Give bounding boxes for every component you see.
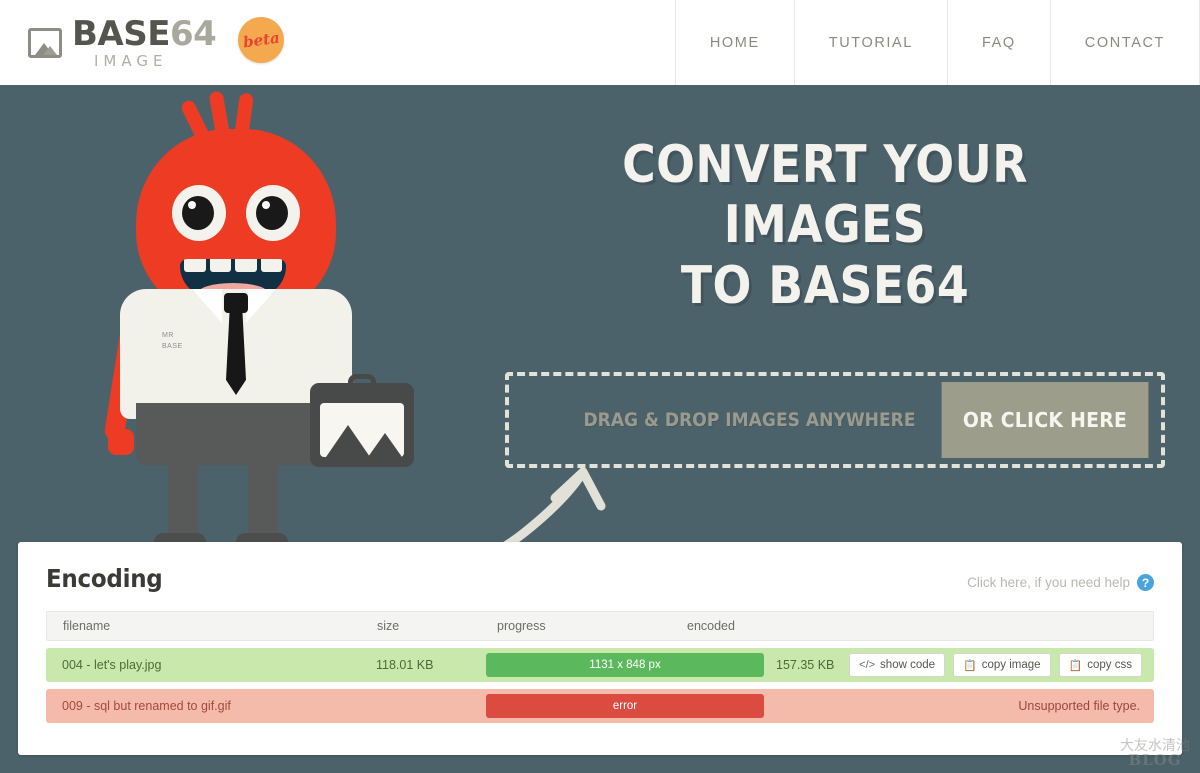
nav-label-home: HOME bbox=[709, 34, 760, 51]
mascot-briefcase-handle bbox=[348, 374, 376, 388]
logo-text: BASE64 IMAGE bbox=[72, 13, 217, 70]
beta-badge: beta bbox=[238, 16, 285, 63]
site-header: BASE64 IMAGE beta HOME TUTORIAL FAQ CONT… bbox=[0, 0, 1200, 96]
copy-css-label: copy css bbox=[1087, 659, 1132, 671]
copy-icon: 📋 bbox=[1068, 659, 1083, 672]
hero-section: CONVERT YOUR IMAGES TO BASE64 MR BASE DR… bbox=[0, 85, 1200, 575]
mascot-briefcase-icon bbox=[310, 374, 414, 467]
column-header-encoded: encoded bbox=[687, 619, 735, 633]
nav-label-contact: CONTACT bbox=[1084, 34, 1165, 51]
mascot-shirt-text: MR BASE bbox=[162, 331, 183, 352]
panel-title: Encoding bbox=[46, 564, 163, 593]
watermark-line2: BLOG bbox=[1128, 751, 1182, 770]
row-actions: </> show code 📋 copy image 📋 copy css bbox=[849, 653, 1142, 677]
row-filename: 009 - sql but renamed to gif.gif bbox=[62, 699, 231, 713]
image-picture-icon bbox=[28, 27, 62, 58]
show-code-label: show code bbox=[880, 659, 936, 671]
column-header-filename: filename bbox=[63, 619, 111, 633]
mascot-pants bbox=[136, 403, 332, 465]
question-mark-icon[interactable]: ? bbox=[1137, 574, 1154, 591]
mascot-pupil-right bbox=[256, 196, 288, 230]
mascot-teeth bbox=[180, 259, 286, 272]
table-row[interactable]: 009 - sql but renamed to gif.gif error U… bbox=[46, 689, 1154, 723]
mascot-pupil-left bbox=[182, 196, 214, 230]
encoding-panel: Encoding Click here, if you need help ? … bbox=[18, 542, 1182, 755]
progress-bar-container: 1131 x 848 px bbox=[486, 653, 764, 677]
dropzone[interactable]: DRAG & DROP IMAGES ANYWHERE OR CLICK HER… bbox=[505, 372, 1165, 468]
progress-bar: error bbox=[486, 694, 764, 718]
nav-item-home[interactable]: HOME bbox=[674, 0, 794, 96]
column-header-progress: progress bbox=[497, 619, 546, 633]
or-click-here-button[interactable]: OR CLICK HERE bbox=[941, 382, 1149, 458]
table-row[interactable]: 004 - let's play.jpg 118.01 KB 1131 x 84… bbox=[46, 648, 1154, 682]
panel-header: Encoding Click here, if you need help ? bbox=[46, 564, 1154, 593]
mascot-illustration: MR BASE bbox=[103, 90, 442, 551]
mascot-shirt-line1: MR bbox=[162, 332, 174, 339]
hero-title-line1: CONVERT YOUR IMAGES bbox=[622, 135, 1028, 256]
row-filename: 004 - let's play.jpg bbox=[62, 658, 162, 672]
mascot-eye-right bbox=[246, 185, 300, 241]
help-link[interactable]: Click here, if you need help ? bbox=[967, 574, 1154, 591]
copy-icon: 📋 bbox=[963, 659, 977, 672]
row-size: 118.01 KB bbox=[376, 658, 434, 672]
progress-bar-container: error bbox=[486, 694, 764, 718]
mascot-shirt-line2: BASE bbox=[162, 342, 183, 350]
progress-bar: 1131 x 848 px bbox=[486, 653, 764, 677]
logo-subtitle: IMAGE bbox=[94, 51, 168, 70]
beta-badge-label: beta bbox=[241, 28, 281, 51]
row-error-message: Unsupported file type. bbox=[1018, 699, 1140, 713]
mascot-tie-knot bbox=[224, 293, 248, 313]
page-title: CONVERT YOUR IMAGES TO BASE64 bbox=[521, 135, 1128, 316]
logo-word-base: BASE bbox=[72, 13, 170, 54]
nav-item-faq[interactable]: FAQ bbox=[946, 0, 1050, 85]
nav-item-tutorial[interactable]: TUTORIAL bbox=[793, 0, 947, 85]
copy-css-button[interactable]: 📋 copy css bbox=[1058, 653, 1142, 677]
mascot-tie bbox=[226, 311, 246, 395]
main-navigation: HOME TUTORIAL FAQ CONTACT bbox=[674, 0, 1200, 96]
copy-image-label: copy image bbox=[981, 659, 1041, 671]
row-encoded: 157.35 KB bbox=[776, 658, 835, 672]
mascot-eye-left bbox=[172, 185, 226, 241]
show-code-button[interactable]: </> show code bbox=[849, 653, 946, 677]
nav-label-faq: FAQ bbox=[981, 34, 1016, 51]
mascot-hand-left bbox=[108, 429, 134, 455]
logo-word-64: 64 bbox=[169, 13, 217, 54]
help-link-label: Click here, if you need help bbox=[967, 575, 1130, 590]
mascot-collar-left bbox=[192, 289, 222, 323]
logo[interactable]: BASE64 IMAGE beta bbox=[0, 0, 285, 85]
mascot-briefcase-image-icon bbox=[320, 403, 404, 457]
nav-label-tutorial: TUTORIAL bbox=[828, 34, 913, 51]
column-header-size: size bbox=[377, 619, 400, 633]
code-icon: </> bbox=[859, 659, 876, 671]
mascot-collar-right bbox=[246, 289, 276, 323]
nav-item-contact[interactable]: CONTACT bbox=[1049, 0, 1200, 85]
table-header-row: filename size progress encoded bbox=[46, 611, 1154, 641]
copy-image-button[interactable]: 📋 copy image bbox=[953, 653, 1051, 677]
hero-title-line2: TO BASE64 bbox=[680, 255, 970, 316]
